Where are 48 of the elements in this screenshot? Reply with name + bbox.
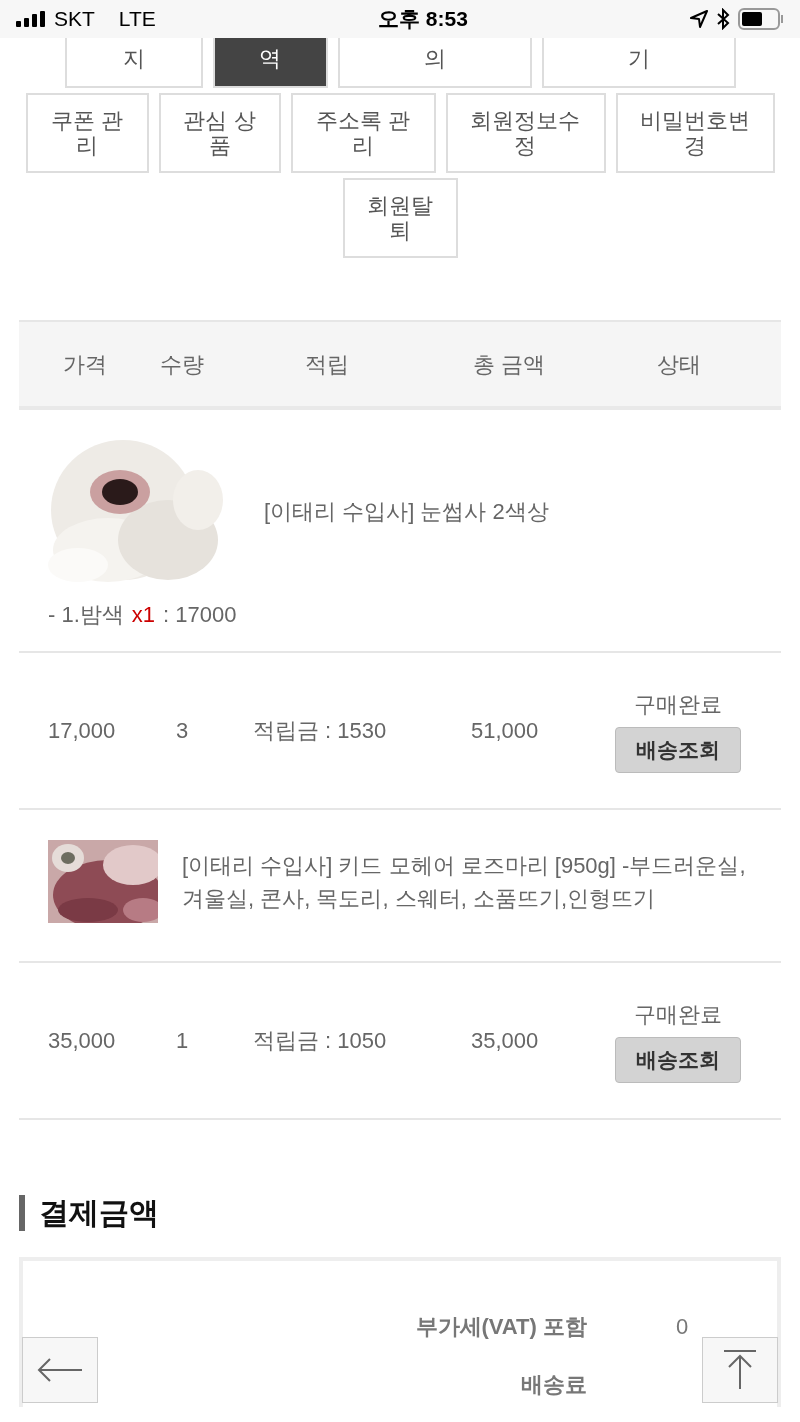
column-header: 적립: [304, 350, 350, 379]
points-text: 적립금 : 1530: [253, 717, 388, 745]
column-header: 상태: [656, 350, 702, 379]
menu-tab[interactable]: 회원탈퇴: [342, 178, 458, 258]
menu-tab[interactable]: 의: [337, 38, 532, 88]
payment-label: 배송료: [521, 1370, 587, 1399]
left-arrow-icon: [37, 1357, 83, 1383]
menu-tab[interactable]: 회원정보수정: [445, 93, 606, 173]
points-text: 적립금 : 1050: [253, 1027, 388, 1055]
location-arrow-icon: [690, 10, 708, 28]
column-header: 총 금액: [471, 350, 547, 379]
quantity-text: 3: [176, 717, 190, 745]
menu-tab[interactable]: 관심 상품: [158, 93, 281, 173]
option-quantity: x1: [131, 601, 156, 629]
total-text: 51,000: [471, 717, 540, 745]
network-type: LTE: [118, 6, 156, 33]
tracking-button[interactable]: 배송조회: [615, 1037, 741, 1083]
total-text: 35,000: [471, 1027, 540, 1055]
tracking-button[interactable]: 배송조회: [615, 727, 741, 773]
price-text: 35,000: [48, 1027, 117, 1055]
scroll-top-button[interactable]: [702, 1337, 778, 1403]
back-button[interactable]: [22, 1337, 98, 1403]
menu-tab[interactable]: 주소록 관리: [290, 93, 436, 173]
up-arrow-icon: [723, 1350, 757, 1390]
quantity-text: 1: [176, 1027, 190, 1055]
menu-tab[interactable]: 비밀번호변경: [615, 93, 775, 173]
menu-tab[interactable]: 역: [212, 38, 328, 88]
product-name[interactable]: [이태리 수입사] 눈썹사 2색상: [264, 494, 549, 528]
option-name: - 1.밤색: [48, 601, 124, 629]
section-title: 결제금액: [39, 1195, 159, 1231]
option-price: : 17000: [163, 601, 237, 629]
menu-tab[interactable]: 쿠폰 관리: [25, 93, 149, 173]
payment-label: 부가세(VAT) 포함: [415, 1312, 587, 1341]
column-header: 수량: [159, 350, 205, 379]
bluetooth-icon: [716, 8, 730, 30]
column-header: 가격: [62, 350, 108, 379]
section-marker: [19, 1194, 25, 1231]
order-status: 구매완료: [634, 691, 722, 720]
carrier-name: SKT: [54, 6, 95, 33]
price-text: 17,000: [48, 717, 117, 745]
product-name[interactable]: [이태리 수입사] 키드 모헤어 로즈마리 [950g] -부드러운실, 겨울실, 콘사, 목도리, 스웨터, 소품뜨기,인형뜨기: [182, 848, 752, 915]
order-status: 구매완료: [634, 1001, 722, 1030]
menu-tab[interactable]: 기: [541, 38, 736, 88]
signal-icon: [16, 11, 46, 27]
payment-value: 0: [674, 1312, 690, 1341]
battery-icon: [738, 8, 784, 30]
menu-tab[interactable]: 지: [64, 38, 203, 88]
clock-time: 오후 8:53: [377, 6, 468, 33]
